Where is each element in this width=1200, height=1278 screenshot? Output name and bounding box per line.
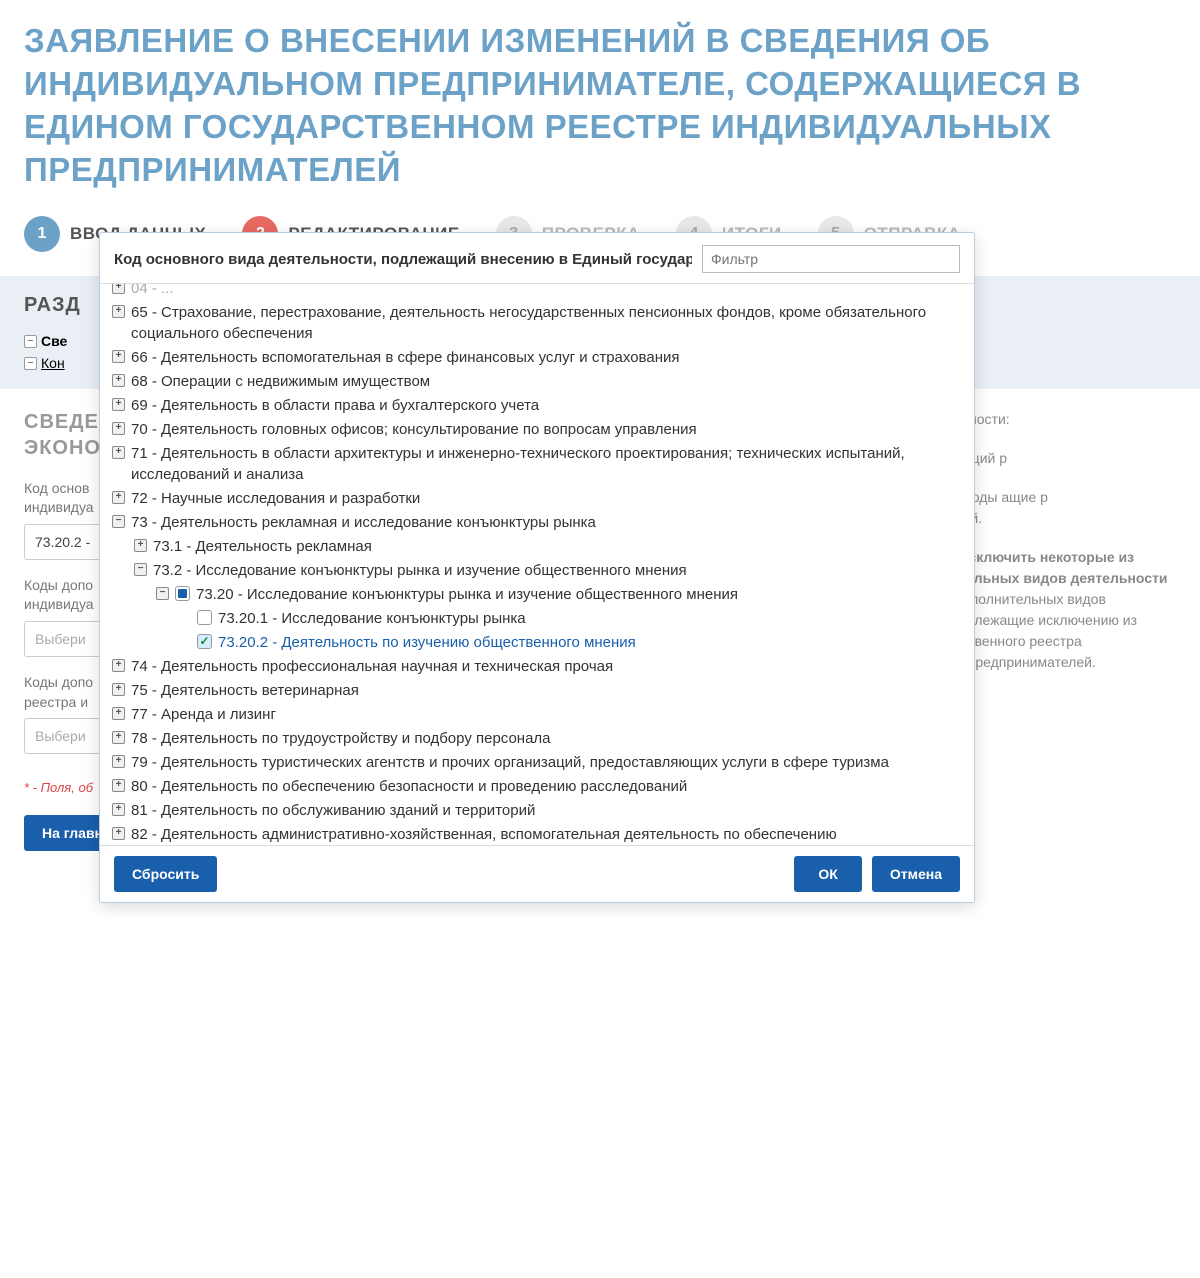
tree-item[interactable]: +80 - Деятельность по обеспечению безопа… [112, 774, 962, 798]
expand-icon[interactable]: + [112, 491, 125, 504]
tree-item-label[interactable]: 74 - Деятельность профессиональная научн… [131, 656, 962, 677]
tree-item[interactable]: 73.20.2 - Деятельность по изучению общес… [112, 630, 962, 654]
collapse-icon[interactable]: − [134, 563, 147, 576]
tree-item-label[interactable]: 73.1 - Деятельность рекламная [153, 536, 962, 557]
tree-item-label[interactable]: 73.20.2 - Деятельность по изучению общес… [218, 632, 962, 653]
expand-icon [178, 611, 191, 624]
tree-item[interactable]: +81 - Деятельность по обслуживанию здани… [112, 798, 962, 822]
modal-tree[interactable]: +04 - ...+65 - Страхование, перестрахова… [100, 284, 974, 845]
tree-item-label[interactable]: 04 - ... [131, 284, 962, 299]
tree-item[interactable]: +79 - Деятельность туристических агентст… [112, 750, 962, 774]
tree-item-label[interactable]: 71 - Деятельность в области архитектуры … [131, 443, 962, 485]
tree-item[interactable]: +75 - Деятельность ветеринарная [112, 678, 962, 702]
tree-item-label[interactable]: 82 - Деятельность административно-хозяйс… [131, 824, 962, 846]
collapse-icon[interactable]: − [24, 357, 37, 370]
tree-checkbox[interactable] [197, 610, 212, 625]
tree-checkbox[interactable] [175, 586, 190, 601]
page-title: Заявление о внесении изменений в сведени… [24, 20, 1176, 192]
tree-item[interactable]: +74 - Деятельность профессиональная науч… [112, 654, 962, 678]
tree-checkbox[interactable] [197, 634, 212, 649]
tree-item[interactable]: −73 - Деятельность рекламная и исследова… [112, 510, 962, 534]
tree-item-label[interactable]: 78 - Деятельность по трудоустройству и п… [131, 728, 962, 749]
collapse-icon[interactable]: − [112, 515, 125, 528]
tree-item[interactable]: +77 - Аренда и лизинг [112, 702, 962, 726]
modal-filter-input[interactable] [702, 245, 960, 273]
tree-item[interactable]: +69 - Деятельность в области права и бух… [112, 393, 962, 417]
expand-icon [178, 635, 191, 648]
tree-item[interactable]: +65 - Страхование, перестрахование, деят… [112, 300, 962, 345]
tree-item-label[interactable]: 73.20 - Исследование конъюнктуры рынка и… [196, 584, 962, 605]
tree-item-label[interactable]: 79 - Деятельность туристических агентств… [131, 752, 962, 773]
tree-item-label[interactable]: 81 - Деятельность по обслуживанию зданий… [131, 800, 962, 821]
reset-button[interactable]: Сбросить [114, 856, 217, 892]
tree-item[interactable]: −73.2 - Исследование конъюнктуры рынка и… [112, 558, 962, 582]
cancel-button[interactable]: Отмена [872, 856, 960, 892]
tree-item[interactable]: +82 - Деятельность административно-хозяй… [112, 822, 962, 845]
expand-icon[interactable]: + [112, 350, 125, 363]
ok-button[interactable]: ОК [794, 856, 861, 892]
tree-item-label[interactable]: 66 - Деятельность вспомогательная в сфер… [131, 347, 962, 368]
expand-icon[interactable]: + [112, 755, 125, 768]
tree-item[interactable]: +71 - Деятельность в области архитектуры… [112, 441, 962, 486]
tree-item-label[interactable]: 65 - Страхование, перестрахование, деяте… [131, 302, 962, 344]
tree-item[interactable]: +78 - Деятельность по трудоустройству и … [112, 726, 962, 750]
expand-icon[interactable]: + [112, 422, 125, 435]
tree-item[interactable]: +66 - Деятельность вспомогательная в сфе… [112, 345, 962, 369]
expand-icon[interactable]: + [112, 446, 125, 459]
step-number: 1 [24, 216, 60, 252]
tree-item[interactable]: +68 - Операции с недвижимым имуществом [112, 369, 962, 393]
collapse-icon[interactable]: − [24, 335, 37, 348]
tree-item-label[interactable]: 72 - Научные исследования и разработки [131, 488, 962, 509]
tree-item[interactable]: +72 - Научные исследования и разработки [112, 486, 962, 510]
tree-item[interactable]: +70 - Деятельность головных офисов; конс… [112, 417, 962, 441]
expand-icon[interactable]: + [112, 731, 125, 744]
expand-icon[interactable]: + [112, 659, 125, 672]
collapse-icon[interactable]: − [156, 587, 169, 600]
tree-item-label[interactable]: 68 - Операции с недвижимым имуществом [131, 371, 962, 392]
expand-icon[interactable]: + [112, 374, 125, 387]
activity-code-modal: Код основного вида деятельности, подлежа… [99, 232, 975, 903]
expand-icon[interactable]: + [134, 539, 147, 552]
expand-icon[interactable]: + [112, 305, 125, 318]
expand-icon[interactable]: + [112, 827, 125, 840]
tree-item-label[interactable]: 73.2 - Исследование конъюнктуры рынка и … [153, 560, 962, 581]
tree-item-label[interactable]: 80 - Деятельность по обеспечению безопас… [131, 776, 962, 797]
tree-item-label[interactable]: 77 - Аренда и лизинг [131, 704, 962, 725]
expand-icon[interactable]: + [112, 398, 125, 411]
expand-icon[interactable]: + [112, 284, 125, 294]
tree-item-label[interactable]: 73.20.1 - Исследование конъюнктуры рынка [218, 608, 962, 629]
tree-item-label[interactable]: 75 - Деятельность ветеринарная [131, 680, 962, 701]
tree-item-label[interactable]: 70 - Деятельность головных офисов; консу… [131, 419, 962, 440]
modal-title: Код основного вида деятельности, подлежа… [114, 251, 692, 268]
expand-icon[interactable]: + [112, 707, 125, 720]
tree-item-label[interactable]: 73 - Деятельность рекламная и исследован… [131, 512, 962, 533]
tree-item[interactable]: 73.20.1 - Исследование конъюнктуры рынка [112, 606, 962, 630]
tree-item-label[interactable]: 69 - Деятельность в области права и бухг… [131, 395, 962, 416]
expand-icon[interactable]: + [112, 803, 125, 816]
tree-item[interactable]: +73.1 - Деятельность рекламная [112, 534, 962, 558]
expand-icon[interactable]: + [112, 779, 125, 792]
tree-item[interactable]: − 73.20 - Исследование конъюнктуры рынка … [112, 582, 962, 606]
expand-icon[interactable]: + [112, 683, 125, 696]
